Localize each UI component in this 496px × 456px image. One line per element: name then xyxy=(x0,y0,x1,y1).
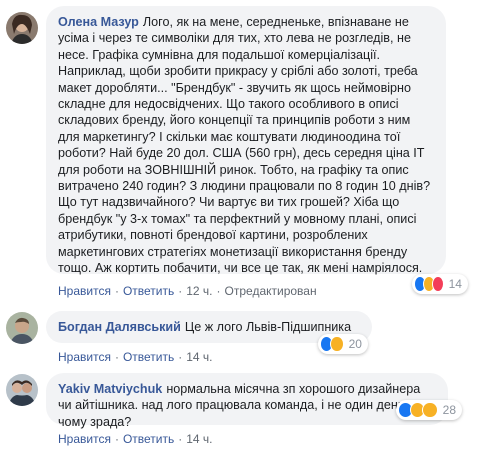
comment-author[interactable]: Олена Мазур xyxy=(58,15,139,29)
reaction-summary[interactable]: 14 xyxy=(412,274,468,294)
reaction-summary[interactable]: 28 xyxy=(396,400,462,420)
comment-text: Це ж лого Львів-Підшипника xyxy=(184,320,352,334)
edited-label[interactable]: Отредактирован xyxy=(225,284,317,298)
reaction-count: 20 xyxy=(348,337,362,351)
timestamp[interactable]: 14 ч. xyxy=(186,432,212,446)
reaction-summary[interactable]: 20 xyxy=(318,334,368,354)
reaction-count: 28 xyxy=(442,403,457,417)
haha-icon xyxy=(330,336,344,352)
comment-actions: Нравится · Ответить · 12 ч. · Отредактирован xyxy=(58,284,317,298)
comment-actions: Нравится · Ответить · 14 ч. xyxy=(58,350,213,364)
like-button[interactable]: Нравится xyxy=(58,284,111,298)
wow-icon xyxy=(422,402,438,418)
reply-button[interactable]: Ответить xyxy=(123,350,174,364)
comment-yakiv: Yakiv Matviychuk нормальна місячна зп хор… xyxy=(0,370,496,456)
avatar[interactable] xyxy=(6,312,38,344)
like-button[interactable]: Нравится xyxy=(58,350,111,364)
reaction-count: 14 xyxy=(448,277,462,291)
timestamp[interactable]: 12 ч. xyxy=(186,284,212,298)
comment-actions: Нравится · Ответить · 14 ч. xyxy=(58,432,213,446)
reply-button[interactable]: Ответить xyxy=(123,284,174,298)
avatar[interactable] xyxy=(6,12,38,44)
comment-author[interactable]: Богдан Далявський xyxy=(58,320,181,334)
comment-author[interactable]: Yakiv Matviychuk xyxy=(58,382,162,396)
reply-button[interactable]: Ответить xyxy=(123,432,174,446)
comment-olena: Олена Мазур Лого, як на мене, середненьке… xyxy=(0,0,496,300)
timestamp[interactable]: 14 ч. xyxy=(186,350,212,364)
comment-text: Лого, як на мене, середненьке, впізнаван… xyxy=(58,15,431,276)
comment-bogdan: Богдан Далявський Це ж лого Львів-Підшипн… xyxy=(0,300,496,370)
avatar[interactable] xyxy=(6,374,38,406)
love-icon xyxy=(431,276,444,292)
comment-bubble: Олена Мазур Лого, як на мене, середненьке… xyxy=(46,6,446,276)
like-button[interactable]: Нравится xyxy=(58,432,111,446)
comment-bubble: Yakiv Matviychuk нормальна місячна зп хор… xyxy=(46,373,448,429)
